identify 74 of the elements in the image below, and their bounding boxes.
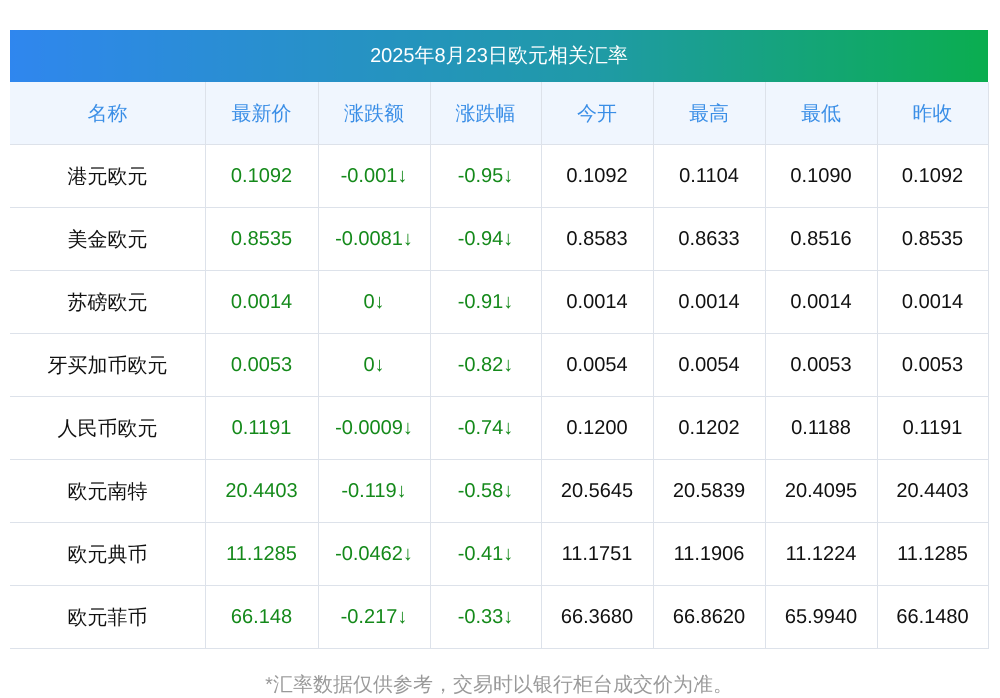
table-cell: 0.8535 (877, 208, 988, 270)
table-cell: -0.0462↓ (318, 522, 430, 586)
table-cell: 20.5839 (653, 460, 765, 522)
table-cell: 欧元典币 (10, 522, 205, 586)
column-header: 最高 (653, 82, 765, 144)
column-header: 涨跌额 (318, 82, 430, 144)
table-cell: -0.41↓ (430, 522, 541, 586)
column-header: 今开 (541, 82, 653, 144)
table-cell: 0↓ (318, 334, 430, 396)
table-cell: 欧元菲币 (10, 586, 205, 648)
column-header: 名称 (10, 82, 205, 144)
table-cell: 牙买加币欧元 (10, 334, 205, 396)
table-cell: 20.4403 (205, 460, 318, 522)
table-cell: 港元欧元 (10, 144, 205, 208)
table-cell: 人民币欧元 (10, 396, 205, 460)
table-cell: 0.0053 (877, 334, 988, 396)
table-cell: -0.0081↓ (318, 208, 430, 270)
table-cell: -0.0009↓ (318, 396, 430, 460)
table-cell: 0.1191 (205, 396, 318, 460)
table-cell: 0.0054 (541, 334, 653, 396)
table-cell: 0.1200 (541, 396, 653, 460)
table-cell: 20.5645 (541, 460, 653, 522)
table-cell: 0.0014 (541, 270, 653, 334)
table-cell: 0.0014 (877, 270, 988, 334)
table-cell: 美金欧元 (10, 208, 205, 270)
table-cell: 0.8535 (205, 208, 318, 270)
table-cell: 65.9940 (765, 586, 877, 648)
table-cell: -0.33↓ (430, 586, 541, 648)
table-cell: -0.82↓ (430, 334, 541, 396)
table-cell: -0.001↓ (318, 144, 430, 208)
table-cell: 20.4403 (877, 460, 988, 522)
table-cell: 0.8516 (765, 208, 877, 270)
table-cell: 苏磅欧元 (10, 270, 205, 334)
table-cell: 0.1092 (205, 144, 318, 208)
table-cell: 0.0014 (205, 270, 318, 334)
table-cell: -0.95↓ (430, 144, 541, 208)
table-cell: 11.1285 (877, 522, 988, 586)
column-header: 最新价 (205, 82, 318, 144)
table-cell: 0.0014 (653, 270, 765, 334)
table-cell: 0.0014 (765, 270, 877, 334)
table-cell: 66.1480 (877, 586, 988, 648)
footnote: *汇率数据仅供参考，交易时以银行柜台成交价为准。 (264, 673, 734, 698)
table-cell: 0.1104 (653, 144, 765, 208)
table-cell: 0.1202 (653, 396, 765, 460)
table-cell: 11.1285 (205, 522, 318, 586)
table-cell: 0.1090 (765, 144, 877, 208)
table-cell: 11.1224 (765, 522, 877, 586)
table-title: 2025年8月23日欧元相关汇率 (10, 30, 988, 82)
table-cell: -0.74↓ (430, 396, 541, 460)
table-cell: 11.1751 (541, 522, 653, 586)
table-cell: -0.94↓ (430, 208, 541, 270)
table-cell: 0.1188 (765, 396, 877, 460)
table-cell: -0.217↓ (318, 586, 430, 648)
table-cell: 0.0053 (765, 334, 877, 396)
table-cell: 欧元南特 (10, 460, 205, 522)
table-cell: 0.1092 (877, 144, 988, 208)
table-cell: 66.8620 (653, 586, 765, 648)
table-cell: -0.91↓ (430, 270, 541, 334)
table-cell: 11.1906 (653, 522, 765, 586)
table-cell: 0.0054 (653, 334, 765, 396)
table-cell: 0.8633 (653, 208, 765, 270)
table-cell: 66.148 (205, 586, 318, 648)
column-header: 昨收 (877, 82, 988, 144)
table-cell: 0.1191 (877, 396, 988, 460)
table-cell: 0.0053 (205, 334, 318, 396)
table-cell: 66.3680 (541, 586, 653, 648)
table-cell: -0.58↓ (430, 460, 541, 522)
table-cell: 0.1092 (541, 144, 653, 208)
table-cell: 20.4095 (765, 460, 877, 522)
column-header: 最低 (765, 82, 877, 144)
table-cell: 0↓ (318, 270, 430, 334)
table-cell: -0.119↓ (318, 460, 430, 522)
column-header: 涨跌幅 (430, 82, 541, 144)
table-cell: 0.8583 (541, 208, 653, 270)
